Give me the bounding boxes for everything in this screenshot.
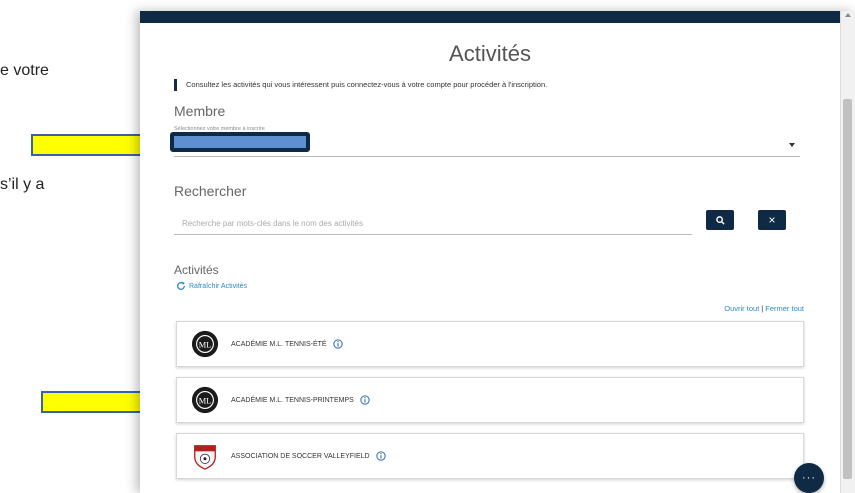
member-select-value[interactable] [170, 132, 310, 152]
page-title: Activités [449, 41, 531, 66]
activity-card[interactable]: ML ACADÉMIE M.L. TENNIS-ÉTÉ [176, 321, 804, 367]
info-icon[interactable] [332, 339, 343, 349]
scrollbar[interactable] [840, 11, 855, 493]
scroll-up-icon[interactable] [845, 13, 851, 17]
svg-text:ML: ML [199, 396, 212, 405]
notice-marker [174, 79, 177, 91]
activity-name: ASSOCIATION DE SOCCER VALLEYFIELD [231, 452, 370, 460]
activities-label: Activités [174, 263, 219, 277]
search-icon [715, 215, 725, 225]
info-icon[interactable] [360, 395, 370, 405]
screenshot-panel: Activités Consultez les activités qui vo… [140, 11, 855, 493]
refresh-icon [177, 281, 186, 290]
search-input[interactable] [174, 213, 692, 235]
refresh-activities-button[interactable]: Rafraîchir Activités [176, 281, 247, 291]
search-button[interactable] [706, 210, 734, 230]
soccer-crest-icon [194, 445, 216, 470]
document-text-line: e votre [0, 62, 49, 79]
document-text-line: s’il y a [0, 176, 45, 193]
search-label: Rechercher [174, 183, 247, 199]
notice-text: Consultez les activités qui vous intéres… [186, 80, 548, 89]
activity-card[interactable]: ML ACADÉMIE M.L. TENNIS-PRINTEMPS [176, 377, 804, 423]
page: e votre s’il y a Activités Consultez les… [0, 0, 855, 493]
toggle-all-links: Ouvrir tout | Fermer tout [724, 304, 804, 313]
open-all-link[interactable]: Ouvrir tout [724, 304, 759, 313]
close-icon: × [768, 213, 776, 227]
info-icon[interactable] [375, 451, 386, 461]
refresh-activities-label: Rafraîchir Activités [189, 282, 247, 290]
ml-logo-icon: ML [191, 386, 219, 414]
separator: | [761, 304, 764, 313]
svg-text:ML: ML [199, 340, 212, 349]
top-bar [140, 11, 840, 23]
scrollbar-thumb[interactable] [843, 99, 852, 479]
close-all-link[interactable]: Fermer tout [765, 304, 804, 313]
activity-name: ACADÉMIE M.L. TENNIS-PRINTEMPS [231, 396, 354, 404]
more-actions-button[interactable]: ··· [794, 463, 824, 493]
ml-logo-icon: ML [191, 330, 219, 358]
clear-search-button[interactable]: × [758, 210, 786, 230]
activity-card[interactable]: ASSOCIATION DE SOCCER VALLEYFIELD [176, 433, 804, 479]
member-label: Membre [174, 103, 226, 119]
more-icon: ··· [802, 472, 816, 484]
activity-name: ACADÉMIE M.L. TENNIS-ÉTÉ [231, 340, 327, 348]
member-select[interactable] [174, 156, 800, 157]
chevron-down-icon[interactable] [789, 143, 795, 147]
